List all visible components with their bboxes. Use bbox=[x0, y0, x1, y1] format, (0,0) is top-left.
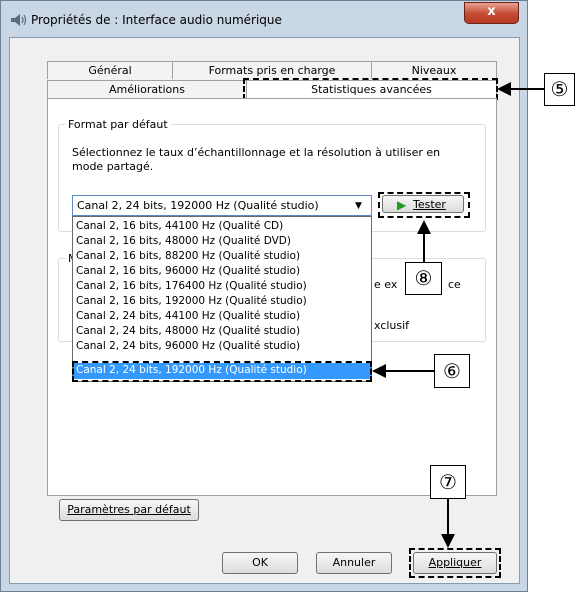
play-icon: ▶ bbox=[397, 198, 407, 212]
close-button[interactable]: x bbox=[464, 2, 519, 24]
tab-label: Améliorations bbox=[109, 83, 185, 96]
test-button-wrapper: ▶ Tester bbox=[378, 192, 470, 218]
default-format-label: Format par défaut bbox=[65, 118, 171, 131]
tab-levels[interactable]: Niveaux bbox=[371, 61, 497, 79]
callout-number: ⑦ bbox=[439, 470, 457, 494]
format-select[interactable]: Canal 2, 24 bits, 192000 Hz (Qualité stu… bbox=[72, 195, 372, 216]
format-select-value: Canal 2, 24 bits, 192000 Hz (Qualité stu… bbox=[77, 199, 319, 212]
callout-5-line bbox=[510, 88, 544, 90]
arrow-up-icon bbox=[417, 220, 431, 234]
format-dropdown-list[interactable]: Canal 2, 16 bits, 44100 Hz (Qualité CD) … bbox=[72, 216, 372, 382]
tab-label: Niveaux bbox=[411, 64, 457, 77]
list-item[interactable]: Canal 2, 24 bits, 44100 Hz (Qualité stud… bbox=[76, 309, 300, 324]
tab-label: Formats pris en charge bbox=[208, 64, 336, 77]
chevron-down-icon: ▼ bbox=[355, 201, 362, 211]
title-bar[interactable]: Propriétés de : Interface audio numériqu… bbox=[1, 1, 529, 37]
list-item[interactable]: Canal 2, 24 bits, 48000 Hz (Qualité stud… bbox=[76, 324, 300, 339]
list-item[interactable]: Canal 2, 16 bits, 176400 Hz (Qualité stu… bbox=[76, 279, 307, 294]
callout-6: ⑥ bbox=[434, 354, 470, 388]
callout-7-line bbox=[447, 499, 449, 535]
cancel-button[interactable]: Annuler bbox=[316, 552, 392, 574]
list-item[interactable]: Canal 2, 16 bits, 44100 Hz (Qualité CD) bbox=[76, 219, 283, 234]
callout-number: ⑥ bbox=[443, 359, 461, 383]
callout-5: ⑤ bbox=[544, 73, 575, 106]
callout-6-line bbox=[386, 370, 434, 372]
callout-8: ⑧ bbox=[405, 262, 442, 295]
list-item[interactable]: Canal 2, 24 bits, 96000 Hz (Qualité stud… bbox=[76, 339, 300, 354]
selected-option-highlight bbox=[72, 361, 372, 382]
test-button-label: Tester bbox=[413, 198, 446, 211]
list-item[interactable]: Canal 2, 16 bits, 96000 Hz (Qualité stud… bbox=[76, 264, 300, 279]
restore-defaults-button[interactable]: Paramètres par défaut bbox=[59, 499, 199, 521]
window-title: Propriétés de : Interface audio numériqu… bbox=[31, 13, 282, 27]
list-item[interactable]: Canal 2, 16 bits, 192000 Hz (Qualité stu… bbox=[76, 294, 307, 309]
list-item[interactable]: Canal 2, 16 bits, 48000 Hz (Qualité DVD) bbox=[76, 234, 291, 249]
arrow-down-icon bbox=[441, 534, 455, 548]
callout-8-line bbox=[423, 232, 425, 262]
list-item[interactable]: Canal 2, 16 bits, 88200 Hz (Qualité stud… bbox=[76, 249, 300, 264]
advanced-tab-highlight bbox=[243, 78, 498, 100]
tab-label: Général bbox=[88, 64, 132, 77]
tab-enhancements[interactable]: Améliorations bbox=[47, 80, 247, 98]
ok-button[interactable]: OK bbox=[222, 552, 298, 574]
arrow-left-icon bbox=[497, 82, 511, 96]
default-format-description: Sélectionnez le taux d’échantillonnage e… bbox=[72, 146, 441, 173]
callout-7: ⑦ bbox=[430, 465, 466, 499]
test-button[interactable]: ▶ Tester bbox=[382, 195, 464, 213]
button-label: Paramètres par défaut bbox=[67, 503, 191, 516]
callout-number: ⑤ bbox=[550, 77, 569, 101]
arrow-left-icon bbox=[372, 364, 386, 378]
tab-general[interactable]: Général bbox=[47, 61, 173, 79]
speaker-icon bbox=[11, 14, 27, 26]
button-label: Annuler bbox=[332, 556, 376, 569]
exclusive-text-fragment: ce bbox=[448, 278, 461, 291]
exclusive-text-fragment: e ex bbox=[374, 278, 398, 291]
exclusive-text-fragment: xclusif bbox=[374, 319, 410, 332]
apply-button-highlight bbox=[409, 548, 501, 578]
tab-supported-formats[interactable]: Formats pris en charge bbox=[172, 61, 372, 79]
button-label: OK bbox=[252, 556, 268, 569]
callout-number: ⑧ bbox=[414, 266, 433, 290]
close-icon: x bbox=[487, 4, 496, 19]
